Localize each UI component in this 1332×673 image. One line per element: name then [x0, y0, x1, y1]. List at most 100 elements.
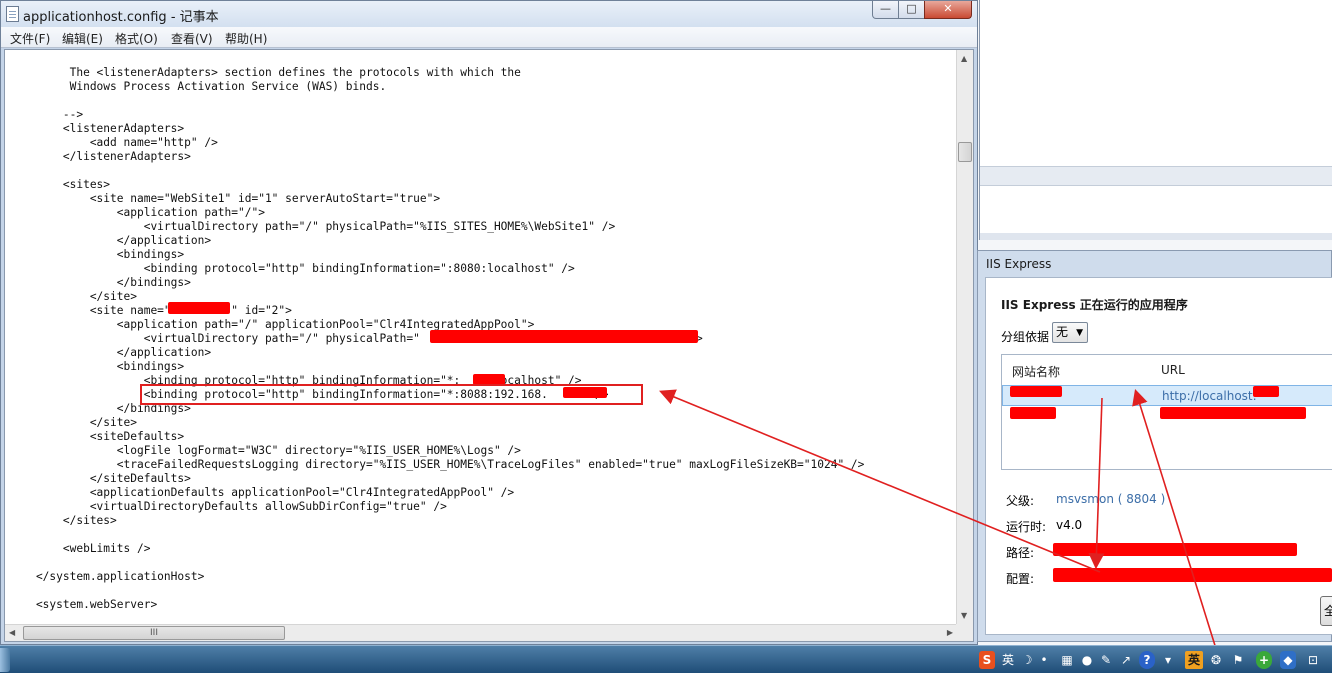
redaction-url-2	[1160, 407, 1306, 419]
text-line	[9, 164, 953, 178]
text-line: <binding protocol="http" bindingInformat…	[9, 262, 575, 275]
text-editor[interactable]: The <listenerAdapters> section defines t…	[4, 49, 974, 642]
menu-edit[interactable]: 编辑(E)	[62, 30, 103, 47]
text-line: The <listenerAdapters> section defines t…	[9, 66, 521, 79]
notepad-titlebar[interactable]: applicationhost.config - 记事本	[1, 1, 977, 27]
text-line: </application>	[9, 234, 212, 247]
iis-express-tray-icon[interactable]: ❂	[1208, 651, 1224, 669]
horizontal-scroll-thumb[interactable]: III	[23, 626, 285, 640]
text-line: </bindings>	[9, 276, 191, 289]
text-line: <application path="/">	[9, 206, 265, 219]
parent-label: 父级:	[1006, 494, 1035, 508]
display-icon[interactable]: ⊡	[1305, 651, 1321, 669]
text-line: <siteDefaults>	[9, 430, 185, 443]
share-icon[interactable]: ↗	[1119, 651, 1133, 669]
text-line: </listenerAdapters>	[9, 150, 191, 163]
text-line: <sites>	[9, 178, 111, 191]
text-line: <applicationDefaults applicationPool="Cl…	[9, 486, 515, 499]
iis-action-button[interactable]: 全	[1320, 596, 1332, 626]
maximize-button[interactable]: □	[898, 1, 925, 19]
shield-icon[interactable]: ◆	[1280, 651, 1296, 669]
redaction-url-port	[1253, 386, 1279, 397]
menu-bar: 文件(F) 编辑(E) 格式(O) 查看(V) 帮助(H)	[1, 27, 977, 48]
redaction-site-name-2	[1010, 407, 1056, 419]
start-button-edge[interactable]	[0, 648, 10, 672]
text-line: </sites>	[9, 514, 117, 527]
window-title: applicationhost.config - 记事本	[23, 10, 219, 25]
text-line: </siteDefaults>	[9, 472, 191, 485]
text-line: Windows Process Activation Service (WAS)…	[9, 80, 387, 93]
help-icon[interactable]: ?	[1139, 651, 1155, 669]
text-line: <add name="http" />	[9, 136, 218, 149]
text-line	[9, 528, 953, 542]
taskbar: S 英 ☽ • ▦ ● ✎ ↗ ? ▾ 英 ❂ ⚑ + ◆ ⊡	[0, 645, 1332, 673]
text-line: </application>	[9, 346, 212, 359]
background-bottom-strip	[980, 233, 1332, 240]
text-line: <webLimits />	[9, 542, 151, 555]
text-line: <virtualDirectoryDefaults allowSubDirCon…	[9, 500, 447, 513]
text-line: <traceFailedRequestsLogging directory="%…	[9, 458, 865, 471]
moon-icon[interactable]: ☽	[1020, 651, 1034, 669]
text-line: <system.webServer>	[9, 598, 158, 611]
text-line: </site>	[9, 290, 137, 303]
scroll-up-icon[interactable]: ▲	[961, 54, 967, 63]
text-line: <bindings>	[9, 360, 185, 373]
plus-icon[interactable]: +	[1256, 651, 1272, 669]
tray-expand-icon[interactable]: ▾	[1161, 651, 1175, 669]
scrollbar-corner	[956, 624, 973, 641]
punctuation-icon[interactable]: •	[1038, 651, 1050, 669]
wrench-icon[interactable]: ✎	[1099, 651, 1113, 669]
sogou-input-icon[interactable]: S	[979, 651, 995, 669]
redaction-site-name	[168, 302, 230, 314]
binding-highlight-box	[140, 384, 643, 405]
background-window	[979, 0, 1332, 240]
site-url[interactable]: http://localhost:	[1162, 389, 1257, 403]
text-line	[9, 556, 953, 570]
iis-heading: IIS Express 正在运行的应用程序	[1001, 298, 1188, 312]
close-button[interactable]: ✕	[924, 1, 972, 19]
redaction-path	[1053, 543, 1297, 556]
notepad-document-icon	[6, 6, 19, 22]
iis-window-title: IIS Express	[986, 257, 1052, 271]
group-by-label: 分组依据	[1001, 330, 1050, 344]
column-url[interactable]: URL	[1161, 363, 1185, 377]
scroll-down-icon[interactable]: ▼	[961, 611, 967, 620]
text-line: <logFile logFormat="W3C" directory="%IIS…	[9, 444, 521, 457]
text-line: </site>	[9, 416, 137, 429]
text-line: -->	[9, 108, 84, 121]
keyboard-icon[interactable]: ▦	[1059, 651, 1075, 669]
redaction-physical-path	[430, 330, 698, 343]
parent-value[interactable]: msvsmon ( 8804 )	[1056, 492, 1165, 506]
redaction-config	[1053, 568, 1332, 582]
group-by-select[interactable]: 无 ▼	[1052, 322, 1088, 343]
menu-view[interactable]: 查看(V)	[171, 30, 213, 47]
ime-mode-icon[interactable]: 英	[1185, 651, 1203, 669]
scroll-left-icon[interactable]: ◀	[9, 628, 15, 637]
vertical-scrollbar[interactable]: ▲ ▼	[956, 50, 973, 624]
text-line: <listenerAdapters>	[9, 122, 185, 135]
text-line: </system.applicationHost>	[9, 570, 205, 583]
path-label: 路径:	[1006, 546, 1035, 560]
redaction-site-name-1	[1010, 386, 1062, 397]
vertical-scroll-thumb[interactable]	[958, 142, 972, 162]
notepad-window: applicationhost.config - 记事本 — □ ✕ 文件(F)…	[0, 0, 978, 645]
minimize-button[interactable]: —	[872, 1, 899, 19]
group-by-value: 无	[1056, 325, 1069, 339]
chevron-down-icon: ▼	[1076, 328, 1083, 338]
column-site-name[interactable]: 网站名称	[1012, 363, 1060, 380]
text-line	[9, 584, 953, 598]
text-line: <virtualDirectory path="/" physicalPath=…	[9, 220, 616, 233]
action-center-flag-icon[interactable]: ⚑	[1230, 651, 1246, 669]
menu-help[interactable]: 帮助(H)	[225, 30, 267, 47]
text-line: <site name="WebSite1" id="1" serverAutoS…	[9, 192, 441, 205]
input-language-icon[interactable]: 英	[1000, 651, 1016, 669]
runtime-label: 运行时:	[1006, 520, 1047, 534]
config-label: 配置:	[1006, 572, 1035, 586]
background-toolbar-strip	[980, 166, 1332, 186]
text-line: <site name=" " id="2">	[9, 304, 292, 317]
menu-format[interactable]: 格式(O)	[115, 30, 158, 47]
horizontal-scrollbar[interactable]: ◀ III ▶	[5, 624, 957, 641]
scroll-right-icon[interactable]: ▶	[947, 628, 953, 637]
user-icon[interactable]: ●	[1080, 651, 1094, 669]
menu-file[interactable]: 文件(F)	[10, 30, 50, 47]
